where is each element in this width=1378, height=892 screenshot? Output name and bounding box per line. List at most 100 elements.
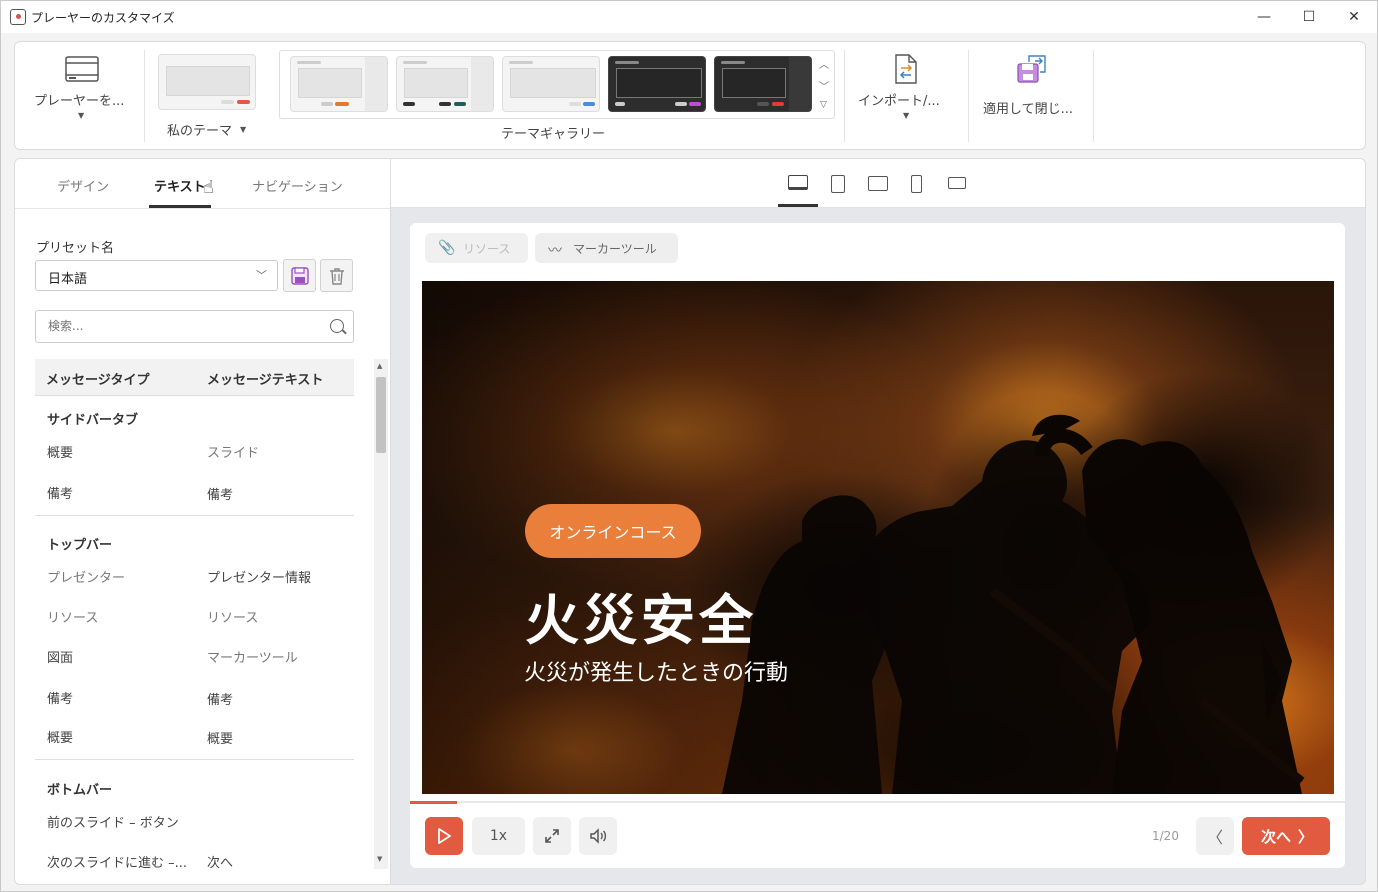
previous-button[interactable]: 〈 [1196,817,1234,855]
tablet-portrait-icon[interactable] [831,175,845,193]
slide-canvas: オンラインコース 火災安全 火災が発生したときの行動 [422,281,1334,794]
ribbon-divider [144,50,145,142]
tab-text[interactable]: テキスト [154,176,206,195]
table-row-type: 次のスライドに進む –... [47,856,188,871]
slide-subtitle: 火災が発生したときの行動 [524,661,789,686]
table-scrollbar[interactable]: ▲ ▼ [374,359,388,869]
search-field[interactable] [35,310,354,343]
scroll-up-icon[interactable]: ▲ [377,362,382,370]
ribbon: プレーヤーを... ▼ 私のテーマ ▼ ︿ ﹀ ▽ テーマギャラリー インポート… [14,41,1366,150]
hand-cursor-icon: ☝ [203,177,214,198]
fullscreen-button[interactable] [533,817,571,855]
chevron-down-icon: ▼ [78,111,85,120]
table-row-text[interactable]: 次へ [207,852,233,871]
title-bar: プレーヤーのカスタマイズ — ☐ ✕ [1,1,1377,33]
page-counter: 1/20 [1152,829,1179,843]
table-row-text[interactable]: スライド [207,442,259,461]
tab-design[interactable]: デザイン [57,176,109,195]
playback-speed-button[interactable]: 1x [472,817,525,855]
import-button[interactable]: インポート/... ▼ [855,50,965,142]
scrollbar-thumb[interactable] [376,377,386,453]
settings-tabs: デザイン テキスト ナビゲーション ☝ [15,159,390,209]
search-icon [330,319,344,333]
my-theme-button[interactable]: 私のテーマ ▼ [157,50,257,142]
section-title-sidebar-tabs: サイドバータブ [47,413,139,428]
theme-card-3[interactable] [502,56,600,112]
chevron-down-icon: ▼ [903,111,910,120]
app-icon [10,9,26,25]
theme-card-4[interactable] [608,56,706,112]
preset-select-value: 日本語 [48,272,88,287]
tablet-landscape-icon[interactable] [868,176,888,191]
import-export-icon [895,54,917,84]
table-row-type: 図面 [47,651,74,666]
table-row-text[interactable]: 備考 [207,689,233,708]
my-theme-thumbnail [158,54,256,110]
theme-card-1[interactable] [290,56,388,112]
minimize-button[interactable]: — [1241,1,1287,33]
table-row-text[interactable]: マーカーツール [207,647,298,666]
volume-button[interactable] [579,817,617,855]
gallery-scroll-up-icon[interactable]: ︿ [819,56,829,71]
table-row-type: プレゼンター [47,571,126,586]
play-icon [438,828,451,844]
gallery-scroll-down-icon[interactable]: ﹀ [819,78,829,93]
save-icon [290,266,309,285]
table-row-type: 概要 [47,446,74,461]
table-row-text[interactable]: 備考 [207,484,233,503]
customize-player-window: プレーヤーのカスタマイズ — ☐ ✕ プレーヤーを... ▼ 私のテーマ ▼ ︿… [0,0,1378,892]
play-button[interactable] [425,817,463,855]
tab-navigation[interactable]: ナビゲーション [252,176,343,195]
table-row-type: 備考 [47,692,74,707]
save-close-icon [1017,55,1046,83]
course-badge: オンラインコース [525,504,701,558]
table-row-text[interactable]: 概要 [207,728,233,747]
message-table: サイドバータブ 概要 スライド 備考 備考 トップバー プレゼンター プレゼンタ… [35,396,354,884]
progress-bar[interactable] [410,801,1345,804]
chevron-down-icon: ﹀ [256,269,267,282]
marker-tool-label: マーカーツール [573,242,657,256]
marker-squiggle-icon: 〰 [548,243,562,259]
ribbon-divider [968,50,969,142]
window-title: プレーヤーのカスタマイズ [31,11,175,25]
delete-preset-button[interactable] [320,259,353,292]
settings-panel: デザイン テキスト ナビゲーション ☝ プリセット名 日本語 ﹀ 検索... メ… [14,158,391,885]
desktop-preview-icon[interactable] [788,175,808,190]
active-device-indicator [778,204,818,207]
section-title-bottom-bar: ボトムバー [47,783,113,798]
slide-title: 火災安全 [525,589,757,652]
player-button[interactable]: プレーヤーを... ▼ [29,50,139,142]
preset-select[interactable]: 日本語 ﹀ [35,260,278,291]
apply-close-button[interactable]: 適用して閉じ... [977,50,1095,142]
chevron-left-icon: 〈 [1206,828,1223,847]
save-preset-button[interactable] [283,259,316,292]
table-row-text[interactable]: リソース [207,607,258,626]
player-layout-icon [65,56,99,82]
ribbon-divider [844,50,845,142]
close-button[interactable]: ✕ [1331,1,1377,33]
gallery-expand-icon[interactable]: ▽ [820,100,827,110]
section-title-top-bar: トップバー [47,538,113,553]
search-input[interactable] [48,319,308,333]
next-button-label: 次へ [1261,828,1292,846]
active-tab-indicator [149,205,211,208]
marker-tool-button[interactable]: 〰 マーカーツール [535,233,678,263]
maximize-button[interactable]: ☐ [1286,1,1332,33]
column-message-type: メッセージタイプ [46,373,150,388]
paperclip-icon: 📎 [438,240,456,256]
table-row-text[interactable]: プレゼンター情報 [207,567,311,586]
resources-button[interactable]: 📎 リソース [425,233,528,263]
next-button[interactable]: 次へ 〉 [1242,817,1330,855]
phone-portrait-icon[interactable] [911,175,922,193]
my-theme-label: 私のテーマ [167,124,233,139]
expand-icon [545,829,559,843]
table-row-type: 概要 [47,731,74,746]
theme-card-5[interactable] [714,56,812,112]
phone-landscape-icon[interactable] [948,177,966,189]
scroll-down-icon[interactable]: ▼ [377,855,382,863]
progress-fill [410,801,457,804]
device-preview-bar [391,159,1365,208]
theme-gallery-label: テーマギャラリー [501,127,606,142]
table-row-type: リソース [47,611,99,626]
theme-card-2[interactable] [396,56,494,112]
